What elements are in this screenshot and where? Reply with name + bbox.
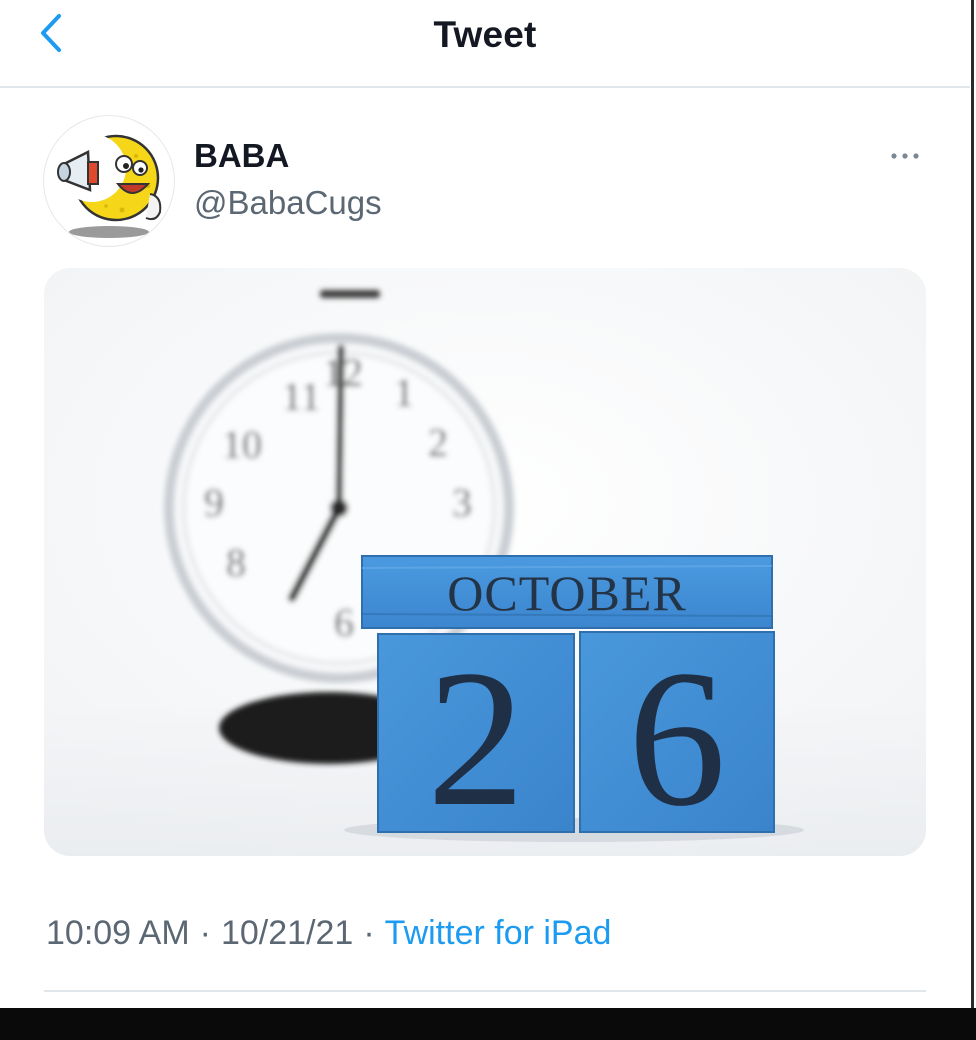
day-block-tens: 2 <box>377 630 575 847</box>
page-title: Tweet <box>433 14 537 55</box>
tweet-date: 10/21/21 <box>220 914 354 952</box>
svg-text:10: 10 <box>222 422 262 467</box>
divider <box>44 990 926 992</box>
tweet-source-link[interactable]: Twitter for iPad <box>385 914 612 952</box>
author-handle[interactable]: @BabaCugs <box>194 184 382 222</box>
tweet-detail-screen: Tweet BABA @BabaCugs 11 1 10 2 9 3 8 6 O… <box>0 0 976 1040</box>
avatar[interactable] <box>44 116 174 246</box>
svg-text:11: 11 <box>282 374 321 419</box>
svg-text:6: 6 <box>334 600 354 645</box>
more-options-button[interactable] <box>882 140 930 172</box>
author-name[interactable]: BABA <box>194 137 289 175</box>
month-label: OCTOBER <box>447 565 686 621</box>
frame-edge <box>971 0 974 1008</box>
svg-text:2: 2 <box>428 420 448 465</box>
svg-text:8: 8 <box>226 540 246 585</box>
meta-separator: · <box>199 914 211 952</box>
moon-megaphone-mascot-icon <box>57 134 162 238</box>
day-digit-tens: 2 <box>427 630 525 847</box>
tweet-time: 10:09 AM <box>46 914 190 952</box>
month-block: OCTOBER <box>361 555 773 629</box>
tweet-metadata: 10:09 AM · 10/21/21 · Twitter for iPad <box>46 914 611 953</box>
more-horizontal-icon <box>891 153 919 159</box>
day-block-ones: 6 <box>579 630 775 847</box>
svg-text:1: 1 <box>394 370 414 415</box>
navigation-header: Tweet <box>0 0 970 88</box>
meta-separator: · <box>363 914 375 952</box>
svg-text:9: 9 <box>204 480 224 525</box>
bottom-black-bar <box>0 1008 976 1040</box>
tweet-media-image[interactable]: 12 11 1 10 2 9 3 8 6 <box>44 268 926 856</box>
day-digit-ones: 6 <box>628 630 726 847</box>
svg-text:3: 3 <box>452 480 472 525</box>
